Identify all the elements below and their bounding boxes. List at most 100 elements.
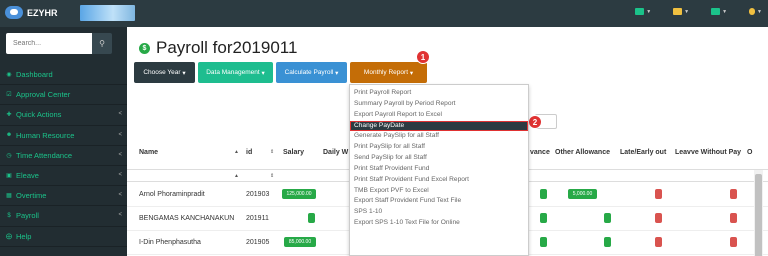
menu-item-change-paydate[interactable]: Change PayDate — [350, 120, 528, 132]
caret-icon: ▼ — [722, 8, 728, 15]
column-header-leave-without-pay[interactable]: Leavve Without Pay — [675, 149, 741, 156]
menu-item-generate-payslip[interactable]: Generate PaySlip for all Staff — [350, 131, 528, 142]
sidebar-item-approval-center[interactable]: ☑ Approval Center — [0, 85, 127, 106]
column-header-other-allowance[interactable]: Other Allowance — [555, 149, 610, 156]
top-navbar: EZYHR ▼ ▼ ▼ ▼ — [0, 0, 768, 27]
cell-allowance[interactable] — [540, 189, 547, 199]
sidebar-item-time-attendance[interactable]: ◷ Time Attendance < — [0, 146, 127, 166]
sidebar-item-eleave[interactable]: ▣ Eleave < — [0, 166, 127, 187]
mail-menu[interactable]: ▼ — [635, 8, 651, 15]
clock-icon: ◷ — [6, 152, 12, 159]
data-management-button[interactable]: Data Management ▾ — [198, 62, 273, 83]
sort-asc-icon[interactable]: ▲ — [234, 173, 239, 179]
sidebar-item-quick-actions[interactable]: ✚ Quick Actions < — [0, 105, 127, 126]
page-title: Payroll for2019011 — [156, 38, 298, 57]
menu-item-send-payslip[interactable]: Send PaySlip for all Staff — [350, 153, 528, 164]
caret-down-icon: ▾ — [182, 69, 186, 77]
header-label: Name — [139, 149, 159, 156]
top-icon-group: ▼ ▼ ▼ ▼ — [635, 8, 762, 15]
column-header-salary[interactable]: Salary — [283, 149, 304, 156]
column-header-name[interactable]: Name — [139, 149, 158, 156]
app-logo[interactable]: EZYHR — [5, 6, 58, 19]
cloud-logo-icon — [5, 6, 23, 19]
button-label: Choose Year — [143, 69, 181, 76]
cell-late-early-out[interactable] — [655, 237, 662, 247]
menu-item-tmb-export-pvf[interactable]: TMB Export PVF to Excel — [350, 186, 528, 197]
cell-leave-without-pay[interactable] — [730, 237, 737, 247]
sidebar-item-human-resource[interactable]: ☻ Human Resource < — [0, 126, 127, 146]
cell-salary[interactable] — [308, 213, 315, 223]
cell-name: I-Din Phenphasutha — [139, 239, 201, 246]
page-header: $ Payroll for2019011 — [139, 38, 297, 58]
column-header-late-early-out[interactable]: Late/Early out — [620, 149, 666, 156]
sidebar-item-dashboard[interactable]: ◉ Dashboard — [0, 65, 127, 86]
column-header-overtime[interactable]: O — [747, 149, 752, 156]
chevron-left-icon: < — [118, 212, 122, 219]
header-label: vance — [530, 149, 550, 156]
search-button[interactable]: ⚲ — [92, 33, 112, 54]
column-header-id[interactable]: id — [246, 149, 252, 156]
banner-image — [80, 5, 135, 21]
caret-icon: ▼ — [684, 8, 690, 15]
sort-icon[interactable]: ⇕ — [270, 149, 274, 155]
sidebar-item-payroll[interactable]: $ Payroll < — [0, 206, 127, 227]
menu-item-print-payslip[interactable]: Print PaySlip for all Staff — [350, 142, 528, 153]
sidebar-item-label: Quick Actions — [16, 110, 62, 120]
menu-item-export-provident-fund-text[interactable]: Export Staff Provident Fund Text File — [350, 196, 528, 207]
caret-down-icon: ▾ — [261, 69, 265, 77]
sidebar-item-label: Approval Center — [16, 90, 71, 100]
column-header-daily-wage[interactable]: Daily W — [323, 149, 348, 156]
monthly-report-dropdown: Print Payroll Report Summary Payroll by … — [349, 84, 529, 256]
cell-other-allowance[interactable] — [604, 237, 611, 247]
cell-late-early-out[interactable] — [655, 213, 662, 223]
column-header-allowance[interactable]: vance — [530, 149, 550, 156]
sort-asc-icon[interactable]: ▲ — [234, 149, 239, 155]
sidebar-menu: ◉ Dashboard ☑ Approval Center ✚ Quick Ac… — [0, 65, 127, 247]
cell-salary[interactable]: 85,000.00 — [284, 237, 316, 247]
cell-late-early-out[interactable] — [655, 189, 662, 199]
header-label: Other Allowance — [555, 149, 610, 156]
menu-item-sps-1-10[interactable]: SPS 1-10 — [350, 207, 528, 218]
monitor-menu[interactable]: ▼ — [711, 8, 727, 15]
search-input[interactable] — [6, 33, 92, 54]
menu-item-provident-fund-excel[interactable]: Print Staff Provident Fund Excel Report — [350, 175, 528, 186]
caret-icon: ▼ — [757, 8, 762, 15]
menu-item-print-provident-fund[interactable]: Print Staff Provident Fund — [350, 164, 528, 175]
help-icon: ⨁ — [6, 233, 12, 240]
table-scrollbar[interactable] — [754, 170, 763, 256]
cell-leave-without-pay[interactable] — [730, 213, 737, 223]
monitor-icon — [711, 8, 721, 15]
menu-item-summary-payroll-report[interactable]: Summary Payroll by Period Report — [350, 99, 528, 110]
cell-other-allowance[interactable]: 5,000.00 — [568, 189, 597, 199]
menu-item-export-payroll-excel[interactable]: Export Payroll Report to Excel — [350, 110, 528, 121]
overtime-icon: ▦ — [6, 193, 12, 200]
sidebar-item-overtime[interactable]: ▦ Overtime < — [0, 186, 127, 207]
cell-other-allowance[interactable] — [604, 213, 611, 223]
dashboard-icon: ◉ — [6, 72, 12, 79]
calculate-payroll-button[interactable]: Calculate Payroll ▾ — [276, 62, 347, 83]
cell-name: Arnol Phoraminpradit — [139, 191, 205, 198]
chevron-left-icon: < — [118, 111, 122, 118]
choose-year-button[interactable]: Choose Year ▾ — [134, 62, 195, 83]
search-icon: ⚲ — [99, 39, 105, 48]
menu-item-export-sps-text-online[interactable]: Export SPS 1-10 Text File for Online — [350, 218, 528, 229]
scrollbar-thumb[interactable] — [755, 174, 762, 256]
calendar-icon: ▣ — [6, 173, 12, 180]
caret-down-icon: ▾ — [409, 69, 414, 77]
cell-allowance[interactable] — [540, 237, 547, 247]
sort-icon[interactable]: ⇕ — [270, 173, 274, 179]
calendar-menu[interactable]: ▼ — [673, 8, 689, 15]
cell-id: 201911 — [246, 215, 269, 222]
cell-name: BENGAMAS KANCHANAKUN — [139, 215, 235, 222]
user-menu[interactable]: ▼ — [749, 8, 762, 15]
cell-leave-without-pay[interactable] — [730, 189, 737, 199]
user-icon — [749, 8, 756, 15]
caret-icon: ▼ — [646, 8, 652, 15]
chevron-left-icon: < — [118, 171, 122, 178]
cell-allowance[interactable] — [540, 213, 547, 223]
chevron-left-icon: < — [118, 151, 122, 158]
sidebar-item-help[interactable]: ⨁ Help — [0, 227, 127, 247]
menu-item-print-payroll-report[interactable]: Print Payroll Report — [350, 88, 528, 99]
monthly-report-button[interactable]: Monthly Report ▾ — [350, 62, 427, 83]
cell-salary[interactable]: 125,000.00 — [282, 189, 316, 199]
